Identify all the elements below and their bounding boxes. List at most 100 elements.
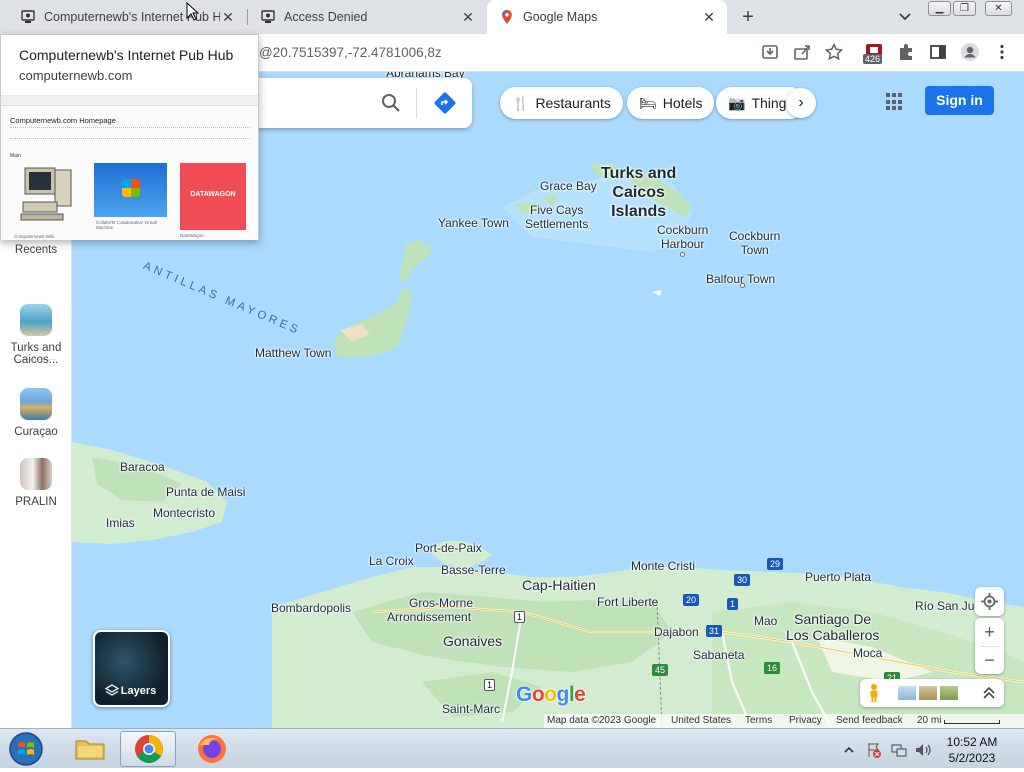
rail-item-curacao[interactable]: Curaçao: [0, 388, 72, 438]
imagery-thumb-2[interactable]: [919, 686, 937, 700]
share-icon[interactable]: [792, 42, 812, 62]
route-shield: 30: [734, 574, 751, 586]
rail-item-label: PRALIN: [15, 496, 57, 508]
place-label-five-cays[interactable]: Five Cays Settlements: [525, 203, 588, 231]
start-button[interactable]: [6, 731, 46, 767]
imagery-bar: [860, 679, 1004, 707]
place-label-turks-caicos[interactable]: Turks and Caicos Islands: [601, 164, 676, 221]
zoom-in-button[interactable]: +: [975, 618, 1004, 646]
label-line: Settlements: [525, 217, 589, 231]
my-location-button[interactable]: [975, 587, 1004, 616]
place-label-baracoa[interactable]: Baracoa: [120, 460, 165, 474]
new-tab-button[interactable]: +: [736, 5, 760, 29]
imagery-thumb-3[interactable]: [940, 686, 958, 700]
taskbar-clock[interactable]: 10:52 AM 5/2/2023: [932, 734, 1012, 766]
place-label-santiago[interactable]: Santiago De Los Caballeros: [786, 611, 879, 643]
place-label-mao[interactable]: Mao: [754, 614, 777, 628]
close-tab-icon[interactable]: ✕: [460, 9, 476, 25]
expand-up-icon[interactable]: [982, 685, 996, 701]
chip-restaurants[interactable]: 🍴 Restaurants: [500, 87, 623, 119]
terms-link[interactable]: Terms: [745, 715, 772, 726]
scale-label[interactable]: 20 mi: [917, 715, 941, 726]
volume-icon[interactable]: [914, 741, 932, 759]
minimize-button[interactable]: ▁: [928, 1, 951, 16]
extensions-puzzle-icon[interactable]: [896, 42, 916, 62]
zoom-out-button[interactable]: −: [975, 646, 1004, 674]
place-label-cap-haitien[interactable]: Cap-Haitien: [522, 577, 596, 593]
datawagon-thumbnail: DATAWAGON: [180, 163, 246, 230]
network-icon[interactable]: [890, 741, 908, 759]
taskbar-chrome[interactable]: [120, 731, 176, 767]
chips-next-button[interactable]: ›: [786, 88, 816, 118]
side-panel-icon[interactable]: [928, 42, 948, 62]
windows-logo-icon: [122, 179, 140, 197]
place-label-basse-terre[interactable]: Basse-Terre: [441, 563, 506, 577]
taskbar-explorer[interactable]: [62, 731, 118, 767]
chip-hotels[interactable]: 🛏 Hotels: [627, 87, 715, 119]
place-label-imias[interactable]: Imias: [106, 516, 135, 530]
country-link[interactable]: United States: [671, 715, 731, 726]
google-maps-favicon-icon: [502, 10, 512, 24]
bookmark-star-icon[interactable]: [824, 42, 844, 62]
place-label-yankee-town[interactable]: Yankee Town: [438, 216, 509, 230]
place-label-gonaives[interactable]: Gonaives: [443, 633, 502, 649]
close-tab-icon[interactable]: ✕: [220, 9, 236, 25]
imagery-thumb-1[interactable]: [898, 686, 916, 700]
search-icon[interactable]: [380, 92, 402, 114]
datawagon-logo: DATAWAGON: [190, 191, 236, 198]
place-label-cockburn-town[interactable]: Cockburn Town: [729, 229, 780, 257]
tray-arrow-icon[interactable]: [842, 741, 856, 759]
windows-wallpaper-thumbnail: [94, 163, 167, 217]
kebab-menu-icon[interactable]: [992, 42, 1012, 62]
chevron-down-icon[interactable]: [896, 7, 914, 25]
pegman-icon[interactable]: [867, 683, 881, 703]
chrome-icon: [135, 735, 163, 763]
place-label-dajabon[interactable]: Dajabon: [654, 625, 699, 639]
recents-label: Recents: [14, 244, 58, 256]
close-tab-icon[interactable]: ✕: [701, 9, 717, 25]
map-data-attribution[interactable]: Map data ©2023 Google: [547, 715, 656, 726]
folder-icon: [75, 740, 105, 760]
layers-button[interactable]: Layers: [93, 630, 170, 707]
place-label-gros-morne[interactable]: Gros-Morne: [409, 596, 473, 610]
rail-item-pralin[interactable]: PRALIN: [0, 458, 72, 508]
directions-icon[interactable]: [433, 91, 457, 115]
place-label-cockburn-harbour[interactable]: Cockburn Harbour: [657, 223, 708, 251]
rail-recents[interactable]: Recents: [0, 244, 72, 256]
tab-google-maps[interactable]: Google Maps ✕: [487, 0, 727, 34]
label-line: Town: [740, 243, 769, 257]
place-label-sabaneta[interactable]: Sabaneta: [693, 648, 744, 662]
camera-icon: 📷: [728, 94, 746, 111]
maximize-button[interactable]: ❐: [953, 1, 976, 16]
place-dot: [740, 283, 745, 288]
place-label-montecristo[interactable]: Montecristo: [153, 506, 215, 520]
place-label-matthew-town[interactable]: Matthew Town: [255, 346, 331, 360]
route-shield: 45: [652, 664, 669, 676]
place-label-bombardopolis[interactable]: Bombardopolis: [271, 601, 351, 615]
place-label-monte-cristi[interactable]: Monte Cristi: [631, 559, 695, 573]
taskbar-firefox[interactable]: [184, 731, 240, 767]
profile-avatar-icon[interactable]: [960, 42, 980, 62]
place-label-punta-de-maisi[interactable]: Punta de Maisi: [166, 485, 245, 499]
place-label-moca[interactable]: Moca: [853, 646, 882, 660]
flag-warning-icon[interactable]: [866, 741, 882, 759]
place-label-fort-liberte[interactable]: Fort Liberte: [597, 595, 658, 609]
tab-computernewb[interactable]: Computernewb's Internet Pub Hub ✕: [8, 0, 246, 34]
send-feedback-link[interactable]: Send feedback: [836, 715, 903, 726]
place-label-port-de-paix[interactable]: Port-de-Paix: [415, 541, 482, 555]
place-label-saint-marc[interactable]: Saint-Marc: [442, 702, 500, 716]
place-label-la-croix[interactable]: La Croix: [369, 554, 414, 568]
privacy-link[interactable]: Privacy: [789, 715, 822, 726]
rail-item-turks-caicos[interactable]: Turks and Caicos...: [0, 304, 72, 366]
close-window-button[interactable]: ✕: [985, 1, 1012, 16]
place-label-rio-san-juan[interactable]: Río San Jua: [915, 599, 981, 613]
tab-access-denied[interactable]: Access Denied ✕: [248, 0, 486, 34]
place-label-puerto-plata[interactable]: Puerto Plata: [805, 570, 871, 584]
place-label-arrondissement[interactable]: Arrondissement: [387, 610, 471, 624]
sign-in-button[interactable]: Sign in: [925, 86, 994, 115]
google-apps-grid-icon[interactable]: [886, 93, 904, 111]
tab-strip: Computernewb's Internet Pub Hub ✕ Access…: [0, 0, 1024, 34]
place-label-grace-bay[interactable]: Grace Bay: [540, 179, 597, 193]
label-line: Five Cays: [530, 203, 584, 217]
install-app-icon[interactable]: [760, 42, 780, 62]
